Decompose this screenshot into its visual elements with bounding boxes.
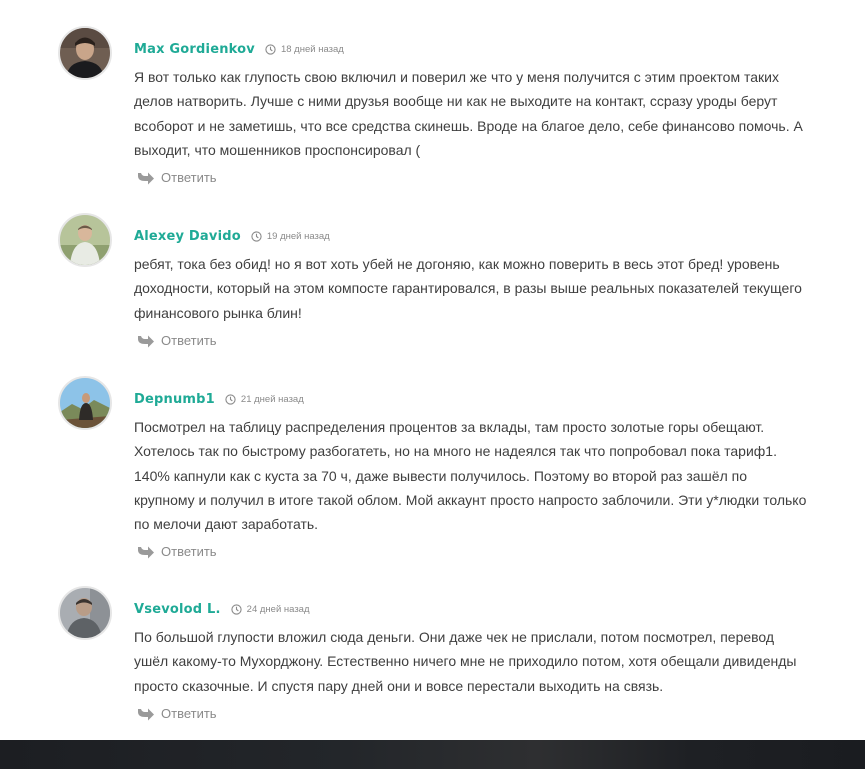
clock-icon [225,393,236,405]
author-name[interactable]: Vsevolod L. [134,602,221,617]
reply-arrow-icon [137,334,155,348]
comment-meta: Alexey Davido 19 дней назад [134,226,330,246]
avatar-image [60,28,110,78]
comment-text: ребят, тока без обид! но я вот хоть убей… [134,256,802,321]
comment-text: По большой глупости вложил сюда деньги. … [134,629,797,694]
author-name[interactable]: Alexey Davido [134,229,241,244]
reply-arrow-icon [137,545,155,559]
author-name[interactable]: Depnumb1 [134,392,215,407]
comment-time-text: 21 дней назад [240,393,304,405]
comment-meta: Vsevolod L. 24 дней назад [134,599,310,619]
clock-icon [231,603,242,615]
avatar[interactable] [58,26,112,80]
comment-meta: Depnumb1 21 дней назад [134,389,304,409]
reply-label: Ответить [161,170,217,185]
comment-text: Я вот только как глупость свою включил и… [134,69,803,158]
avatar[interactable] [58,586,112,640]
reply-label: Ответить [161,706,217,721]
avatar-image [60,378,110,428]
comment-text: Посмотрел на таблицу распределения проце… [134,419,807,533]
avatar[interactable] [58,376,112,430]
reply-button[interactable]: Ответить [137,706,217,721]
reply-arrow-icon [137,171,155,185]
author-name[interactable]: Max Gordienkov [134,42,255,57]
comment-time[interactable]: 18 дней назад [265,44,344,55]
comment-time[interactable]: 19 дней назад [251,231,330,242]
comment-time[interactable]: 24 дней назад [231,604,310,615]
avatar-image [60,588,110,638]
avatar-image [60,215,110,265]
comment-time-text: 18 дней назад [280,43,344,55]
reply-label: Ответить [161,544,217,559]
comment-time[interactable]: 21 дней назад [225,394,304,405]
reply-arrow-icon [137,707,155,721]
reply-button[interactable]: Ответить [137,544,217,559]
comment-time-text: 24 дней назад [246,603,310,615]
clock-icon [265,43,276,55]
reply-label: Ответить [161,333,217,348]
comment-time-text: 19 дней назад [266,230,330,242]
reply-button[interactable]: Ответить [137,170,217,185]
clock-icon [251,230,262,242]
comment-meta: Max Gordienkov 18 дней назад [134,39,344,59]
footer-band [0,740,865,769]
reply-button[interactable]: Ответить [137,333,217,348]
avatar[interactable] [58,213,112,267]
